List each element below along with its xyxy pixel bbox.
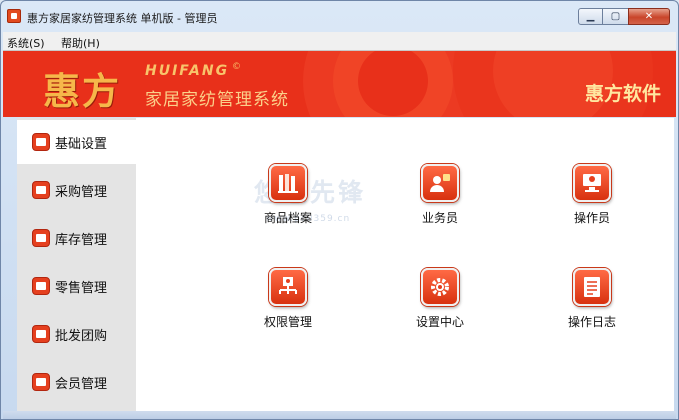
tile-settings-center[interactable]: 设置中心 [395,268,485,340]
app-logo-icon[interactable] [7,9,21,23]
title-bar[interactable]: 惠方家居家纺管理系统 单机版 - 管理员 ▁ ▢ ✕ [1,1,678,31]
logo-subtitle: 家居家纺管理系统 [145,90,289,110]
window-title: 惠方家居家纺管理系统 单机版 - 管理员 [27,12,218,25]
sidebar-item-basic-settings[interactable]: 基础设置 [17,120,136,164]
tile-label: 操作员 [573,211,610,225]
tile-product-archive[interactable]: 商品档案 [243,164,333,236]
tile-label: 商品档案 [263,211,312,225]
window-bottom-edge [3,411,676,419]
salesman-icon [421,164,459,202]
sidebar-item-wholesale[interactable]: 批发团购 [17,312,136,356]
menu-help[interactable]: 帮助(H) [61,35,100,51]
log-icon [573,268,611,306]
main-content: 悠悠先锋 www.pc0359.cn 商品档案 业务员 操作员 权限管理 设置中… [136,118,674,411]
sidebar-item-label: 零售管理 [55,280,108,296]
sidebar-item-label: 批发团购 [55,328,108,344]
window-controls: ▁ ▢ ✕ [578,8,670,25]
member-icon [32,373,50,391]
sidebar: 基础设置 采购管理 库存管理 零售管理 批发团购 会员管理 [17,118,136,411]
wholesale-icon [32,325,50,343]
permission-icon [269,268,307,306]
menu-system[interactable]: 系统(S) [7,35,45,51]
tile-operation-log[interactable]: 操作日志 [547,268,637,340]
app-window: 惠方家居家纺管理系统 单机版 - 管理员 ▁ ▢ ✕ 系统(S) 帮助(H) 惠… [0,0,679,420]
tile-salesman[interactable]: 业务员 [395,164,485,236]
sidebar-item-inventory[interactable]: 库存管理 [17,216,136,260]
logo-english: HUIFANG [145,63,230,79]
close-button[interactable]: ✕ [628,8,670,25]
settings-gear-icon [421,268,459,306]
tile-label: 设置中心 [415,315,464,329]
retail-icon [32,277,50,295]
warehouse-icon [32,229,50,247]
tile-label: 权限管理 [263,315,312,329]
product-archive-icon [269,164,307,202]
sidebar-item-purchase[interactable]: 采购管理 [17,168,136,212]
sidebar-item-label: 会员管理 [55,376,108,392]
tile-label: 操作日志 [567,315,616,329]
sidebar-item-label: 基础设置 [55,136,108,152]
cart-icon [32,181,50,199]
operator-icon [573,164,611,202]
maximize-button[interactable]: ▢ [603,8,628,25]
sidebar-item-retail[interactable]: 零售管理 [17,264,136,308]
sidebar-item-member[interactable]: 会员管理 [17,360,136,404]
tile-label: 业务员 [421,211,458,225]
minimize-button[interactable]: ▁ [578,8,603,25]
logo-registered-mark: © [232,62,241,72]
tile-operator[interactable]: 操作员 [547,164,637,236]
list-icon [32,133,50,151]
banner: 惠方 HUIFANG © 家居家纺管理系统 惠方软件 [3,51,676,117]
sidebar-item-label: 采购管理 [55,184,108,200]
tile-permission[interactable]: 权限管理 [243,268,333,340]
brand-name: 惠方软件 [584,83,661,105]
logo-chinese: 惠方 [43,70,121,113]
menu-bar: 系统(S) 帮助(H) [3,32,676,51]
sidebar-item-label: 库存管理 [55,232,108,248]
